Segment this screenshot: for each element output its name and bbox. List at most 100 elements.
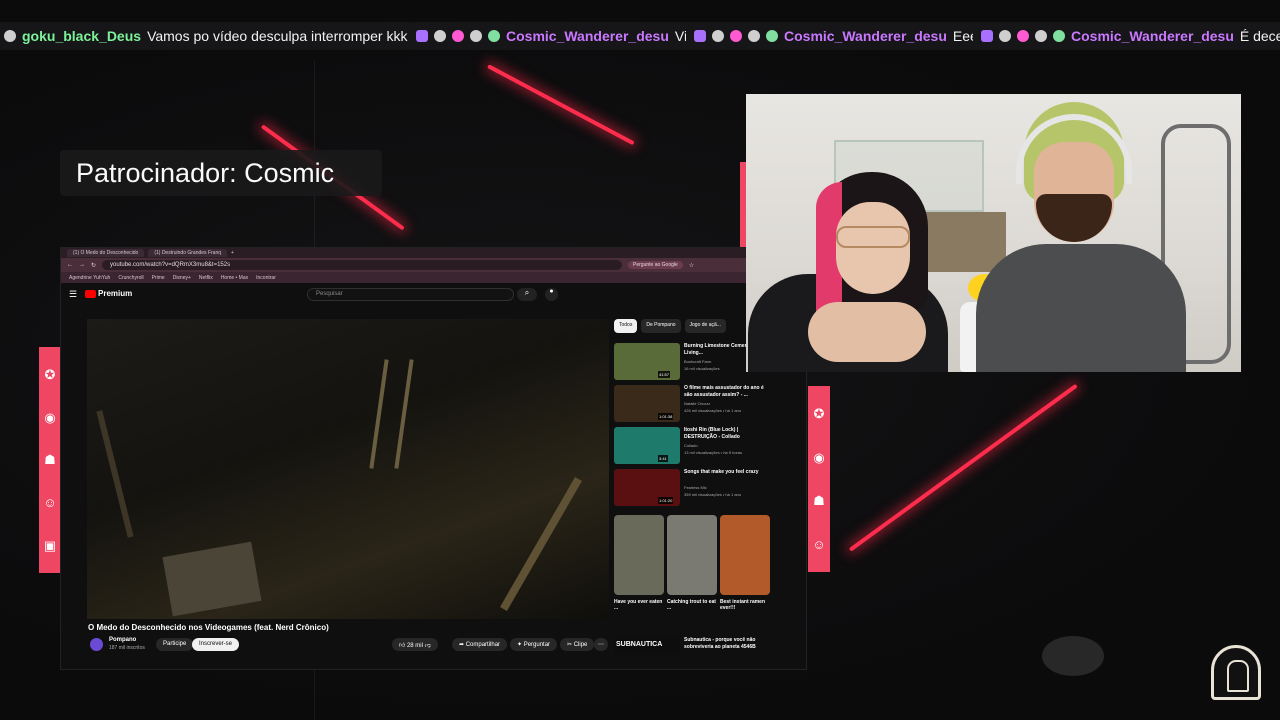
youtube-header: ☰ Premium Pesquisar ⌕ ● +	[61, 283, 806, 305]
chip-all[interactable]: Todos	[614, 319, 638, 333]
like-count: 28 mil	[406, 643, 423, 649]
related-video-item[interactable]: SUBNAUTICA Subnautica - porque você não …	[614, 637, 784, 669]
video-item-title: Songs that make you feel crazy	[684, 469, 759, 475]
ask-label: Perguntar	[523, 642, 551, 648]
join-button[interactable]: Participe	[156, 638, 194, 651]
short-item[interactable]: Have you ever eaten ...	[614, 515, 664, 611]
bookmark-item[interactable]: Incontrar	[256, 275, 276, 281]
stream-overlay: goku_black_Deus Vamos po vídeo desculpa …	[0, 0, 1280, 720]
video-item-views: 359 mil visualizações • há 1 ano	[684, 492, 741, 497]
bookmarks-bar: Agendrine YuhYuh Crunchyroll Prime Disne…	[61, 272, 806, 283]
sparkle-icon: ✦	[517, 642, 524, 648]
short-title: Best instant ramen ever!!!	[720, 599, 766, 611]
channel-logo	[1211, 645, 1261, 700]
chat-username: Cosmic_Wanderer_desu	[784, 28, 947, 44]
related-video-item[interactable]: 1:01:20 Songs that make you feel crazy F…	[614, 469, 784, 507]
chat-text: Vamos po vídeo desculpa interromper kkk	[147, 28, 408, 44]
sponsor-banner: Patrocinador: Cosmic	[60, 150, 382, 196]
chat-message: Cosmic_Wanderer_desu É decente	[973, 22, 1280, 50]
decorative-red-stroke	[848, 383, 1078, 552]
short-item[interactable]: Best instant ramen ever!!!	[720, 515, 770, 611]
channel-avatar[interactable]	[90, 638, 103, 651]
bookmark-item[interactable]: Agendrine YuhYuh	[69, 275, 110, 281]
address-bar[interactable]: youtube.com/watch?v=dQRmX3mu8&t=152s	[102, 260, 623, 270]
channel-name[interactable]: Pompano	[109, 637, 136, 643]
subscriber-count: 187 mil inscritos	[109, 645, 145, 651]
search-input[interactable]: Pesquisar	[307, 288, 514, 301]
decorative-blob	[1042, 636, 1104, 676]
webcam-person-left-glasses	[836, 226, 910, 248]
video-item-title: O filme mais assustador do ano é são ass…	[684, 385, 764, 398]
emote-badge-icon	[712, 30, 724, 42]
browser-tab[interactable]: (1) O Medo do Desconhecido	[67, 249, 145, 257]
new-tab-icon[interactable]: +	[231, 250, 234, 256]
bookmark-item[interactable]: Home • Max	[221, 275, 248, 281]
bookmark-item[interactable]: Disney+	[173, 275, 191, 281]
share-button[interactable]: ➦ Compartilhar	[452, 638, 508, 651]
short-title: Catching trout to eat ...	[667, 599, 716, 611]
related-video-item[interactable]: 3:41 Itoshi Rin (Blue Lock) | DESTRUIÇÃO…	[614, 427, 784, 465]
heart-badge-icon	[452, 30, 464, 42]
video-title: O Medo do Desconhecido nos Videogames (f…	[88, 623, 329, 632]
chip-action-games[interactable]: Jogo de açã...	[684, 319, 726, 333]
gem-badge-icon	[766, 30, 778, 42]
youtube-logo[interactable]: Premium	[85, 289, 132, 298]
browser-tab[interactable]: (1) Destruindo Grandes Franq	[148, 249, 228, 257]
smile-icon: ☺	[812, 536, 826, 552]
like-button[interactable]: 👍︎ 28 mil 👎︎	[392, 638, 438, 651]
microphone-icon[interactable]: ●	[545, 288, 558, 301]
video-frame-crate	[162, 541, 262, 617]
video-item-views: 13 mil visualizações • há 5 horas	[684, 450, 743, 455]
ask-google-button[interactable]: Pergunte ao Google	[628, 261, 683, 269]
bookmark-item[interactable]: Crunchyroll	[118, 275, 143, 281]
video-item-views: 16 mil visualizações	[684, 366, 720, 371]
short-thumbnail	[667, 515, 717, 595]
bookmark-star-icon[interactable]: ☆	[689, 262, 694, 269]
clip-button[interactable]: ✂ Clipe	[560, 638, 595, 651]
video-duration: 1:01:38	[658, 413, 674, 420]
short-item[interactable]: Catching trout to eat ...	[667, 515, 717, 611]
smile-icon: ☺	[43, 495, 57, 511]
back-icon[interactable]: ←	[67, 262, 73, 268]
video-item-channel: Natalie Orcozz	[684, 401, 711, 406]
subscribe-button[interactable]: Inscrever-se	[192, 638, 240, 651]
webcam-person-right-body	[976, 244, 1186, 372]
menu-icon[interactable]: ☰	[69, 289, 77, 300]
video-frame-beam	[96, 410, 134, 538]
search-icon[interactable]: ⌕	[517, 288, 537, 301]
eye-icon: ◉	[813, 449, 825, 465]
video-thumbnail	[614, 343, 680, 380]
prime-badge-icon	[694, 30, 706, 42]
reload-icon[interactable]: ↻	[91, 262, 96, 269]
chat-username: Cosmic_Wanderer_desu	[1071, 28, 1234, 44]
chat-message: Cosmic_Wanderer_desu Eeeeh	[686, 22, 1002, 50]
youtube-play-icon	[85, 289, 96, 298]
ghost-icon: ☗	[44, 452, 56, 468]
chat-message: goku_black_Deus Vamos po vídeo desculpa …	[0, 22, 416, 50]
emote-badge-icon	[434, 30, 446, 42]
ask-button[interactable]: ✦ Perguntar	[510, 638, 558, 651]
video-frame-stairs	[500, 477, 582, 611]
decorative-red-stroke	[487, 64, 635, 146]
video-player[interactable]	[87, 319, 609, 619]
bookmark-item[interactable]: Netflix	[199, 275, 213, 281]
bookmark-item[interactable]: Prime	[152, 275, 165, 281]
card-icon: ▣	[43, 538, 57, 554]
related-video-item[interactable]: 1:01:38 O filme mais assustador do ano é…	[614, 385, 784, 423]
webcam-person-left-face	[836, 202, 910, 294]
browser-url-row: ← → ↻ youtube.com/watch?v=dQRmX3mu8&t=15…	[61, 258, 806, 272]
gem-badge-icon	[1053, 30, 1065, 42]
prime-badge-icon	[981, 30, 993, 42]
scissors-icon: ✂	[567, 642, 574, 648]
heart-badge-icon	[1017, 30, 1029, 42]
more-actions-icon[interactable]: ⋯	[594, 638, 608, 651]
forward-icon[interactable]: →	[79, 262, 85, 268]
video-thumbnail: SUBNAUTICA	[614, 637, 680, 653]
chip-channel[interactable]: De Pompano	[641, 319, 681, 333]
video-frame-ladder	[369, 359, 389, 469]
emote-badge-icon	[999, 30, 1011, 42]
video-duration: 1:01:20	[658, 497, 674, 504]
video-item-title: Itoshi Rin (Blue Lock) | DESTRUIÇÃO - Co…	[684, 427, 740, 440]
video-duration: 41:57	[658, 371, 671, 378]
eye-icon: ◉	[44, 409, 56, 425]
